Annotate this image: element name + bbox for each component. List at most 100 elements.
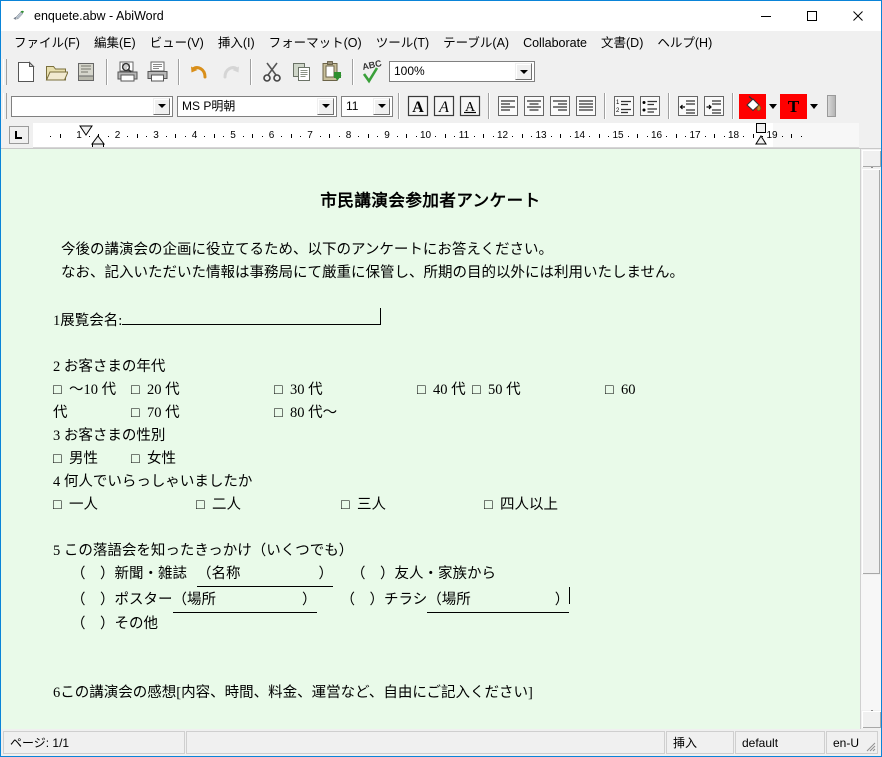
menu-format[interactable]: フォーマット(O) — [262, 33, 369, 53]
checkbox-age-80s-plus[interactable]: □ 80 代～ — [274, 402, 337, 425]
checkbox-party-three[interactable]: □ 三人 — [341, 494, 484, 517]
ruler-dot — [396, 136, 398, 137]
numbered-list-button[interactable]: 1 2 — [611, 93, 637, 119]
ruler-dot — [646, 136, 648, 137]
zoom-combo[interactable]: 100% — [389, 61, 535, 82]
right-margin-top-marker[interactable] — [755, 123, 767, 134]
checkbox-age-under10[interactable]: □ ～10 代 — [53, 379, 131, 402]
font-family-combo[interactable]: MS P明朝 — [177, 95, 337, 117]
minimize-button[interactable] — [743, 1, 789, 31]
align-right-button[interactable] — [547, 93, 573, 119]
undo-button[interactable] — [185, 57, 215, 86]
toolbar-overflow-handle[interactable] — [827, 95, 836, 117]
copy-button[interactable] — [287, 57, 317, 86]
resize-grip-icon[interactable] — [864, 740, 876, 752]
menu-file[interactable]: ファイル(F) — [7, 33, 87, 53]
bold-button[interactable]: A — [405, 93, 431, 119]
toolbar-separator — [178, 58, 180, 85]
save-document-button[interactable] — [71, 57, 101, 86]
scroll-up-button[interactable] — [861, 149, 881, 168]
spellcheck-button[interactable]: ABC — [359, 57, 389, 86]
vertical-scrollbar[interactable] — [860, 149, 881, 729]
scrollbar-thumb[interactable] — [861, 168, 881, 575]
status-language[interactable]: en-U — [826, 731, 878, 754]
font-size-combo[interactable]: 11 — [341, 95, 393, 117]
checkbox-party-two[interactable]: □ 二人 — [196, 494, 341, 517]
question-1-blank[interactable] — [122, 308, 381, 325]
checkbox-gender-male[interactable]: □ 男性 — [53, 448, 131, 471]
document-page[interactable]: 市民講演会参加者アンケート 今後の講演会の企画に役立てるため、以下のアンケートに… — [1, 149, 860, 729]
toolbar-grip[interactable] — [3, 93, 7, 119]
source-flyer-place-field[interactable]: （場所） — [427, 589, 570, 613]
menu-view[interactable]: ビュー(V) — [143, 33, 211, 53]
italic-button[interactable]: A — [431, 93, 457, 119]
align-center-button[interactable] — [521, 93, 547, 119]
status-insert-mode[interactable]: 挿入 — [666, 731, 734, 754]
print-preview-button[interactable] — [113, 57, 143, 86]
status-page-indicator: ページ: 1/1 — [3, 731, 185, 754]
style-dropdown-arrow-icon[interactable] — [153, 97, 170, 115]
paste-button[interactable] — [317, 57, 347, 86]
tab-stop-selector[interactable] — [9, 126, 29, 144]
checkbox-age-60[interactable]: □ 60 — [605, 379, 636, 402]
menu-collaborate[interactable]: Collaborate — [516, 33, 594, 53]
align-left-button[interactable] — [495, 93, 521, 119]
menu-help[interactable]: ヘルプ(H) — [650, 33, 719, 53]
ruler-tick — [59, 134, 61, 138]
toolbar-separator — [106, 58, 108, 85]
menu-tools[interactable]: ツール(T) — [369, 33, 436, 53]
checkbox-age-70s[interactable]: □ 70 代 — [131, 402, 274, 425]
menu-insert[interactable]: 挿入(I) — [211, 33, 262, 53]
checkbox-source-friends-family[interactable]: （ ）友人・家族から — [351, 563, 496, 586]
checkbox-source-poster[interactable]: （ ）ポスター — [71, 589, 173, 612]
menu-document[interactable]: 文書(D) — [594, 33, 650, 53]
align-justify-button[interactable] — [573, 93, 599, 119]
text-color-button[interactable]: T — [780, 93, 807, 119]
ruler-dot — [184, 136, 186, 137]
checkbox-gender-female[interactable]: □ 女性 — [131, 448, 176, 471]
font-dropdown-arrow-icon[interactable] — [317, 97, 334, 115]
cut-button[interactable] — [257, 57, 287, 86]
source-newspaper-name-field[interactable]: （名称） — [197, 563, 333, 587]
checkbox-party-one[interactable]: □ 一人 — [53, 494, 196, 517]
maximize-button[interactable] — [789, 1, 835, 31]
bulleted-list-button[interactable] — [637, 93, 663, 119]
zoom-dropdown-arrow-icon[interactable] — [515, 63, 532, 80]
scroll-down-button[interactable] — [861, 710, 881, 729]
highlight-color-button[interactable] — [739, 93, 766, 119]
status-paragraph-style[interactable]: default — [735, 731, 825, 754]
paragraph-style-combo[interactable] — [11, 95, 173, 117]
intro-paragraph-1: 今後の講演会の企画に役立てるため、以下のアンケートにお答えください。 — [61, 242, 553, 258]
checkbox-age-40s[interactable]: □ 40 代 — [417, 379, 472, 402]
checkbox-source-other[interactable]: （ ）その他 — [71, 613, 158, 636]
checkbox-source-flyer[interactable]: （ ）チラシ — [341, 589, 428, 612]
checkbox-age-50s[interactable]: □ 50 代 — [472, 379, 605, 402]
checkbox-age-20s[interactable]: □ 20 代 — [131, 379, 274, 402]
window-controls — [743, 1, 881, 31]
ruler-dot — [589, 136, 591, 137]
horizontal-ruler[interactable]: 1 2 3 4 5 6 7 8 9 10 11 12 13 14 15 16 17 18 19 — [33, 123, 859, 148]
menu-table[interactable]: テーブル(A) — [436, 33, 516, 53]
increase-indent-button[interactable] — [701, 93, 727, 119]
ruler-dot — [358, 136, 360, 137]
decrease-indent-button[interactable] — [675, 93, 701, 119]
scrollbar-track[interactable] — [861, 168, 881, 710]
underline-button[interactable]: A — [457, 93, 483, 119]
checkbox-age-30s[interactable]: □ 30 代 — [274, 379, 417, 402]
checkbox-party-four-or-more[interactable]: □ 四人以上 — [484, 494, 558, 517]
redo-button[interactable] — [215, 57, 245, 86]
highlight-dropdown-arrow-icon[interactable] — [766, 94, 780, 119]
toolbar-grip[interactable] — [3, 58, 7, 85]
close-button[interactable] — [835, 1, 881, 31]
open-document-button[interactable] — [41, 57, 71, 86]
source-poster-place-field[interactable]: （場所） — [172, 589, 317, 613]
title-bar: enquete.abw - AbiWord — [1, 1, 881, 31]
size-dropdown-arrow-icon[interactable] — [373, 97, 390, 115]
toolbar-separator — [604, 93, 606, 119]
menu-edit[interactable]: 編集(E) — [87, 33, 143, 53]
print-button[interactable] — [143, 57, 173, 86]
question-5-label: 5 この落語会を知ったきっかけ（いくつでも） — [53, 543, 354, 559]
new-document-button[interactable] — [11, 57, 41, 86]
text-color-dropdown-arrow-icon[interactable] — [807, 94, 821, 119]
checkbox-source-newspaper[interactable]: （ ）新聞・雑誌 — [71, 563, 187, 586]
